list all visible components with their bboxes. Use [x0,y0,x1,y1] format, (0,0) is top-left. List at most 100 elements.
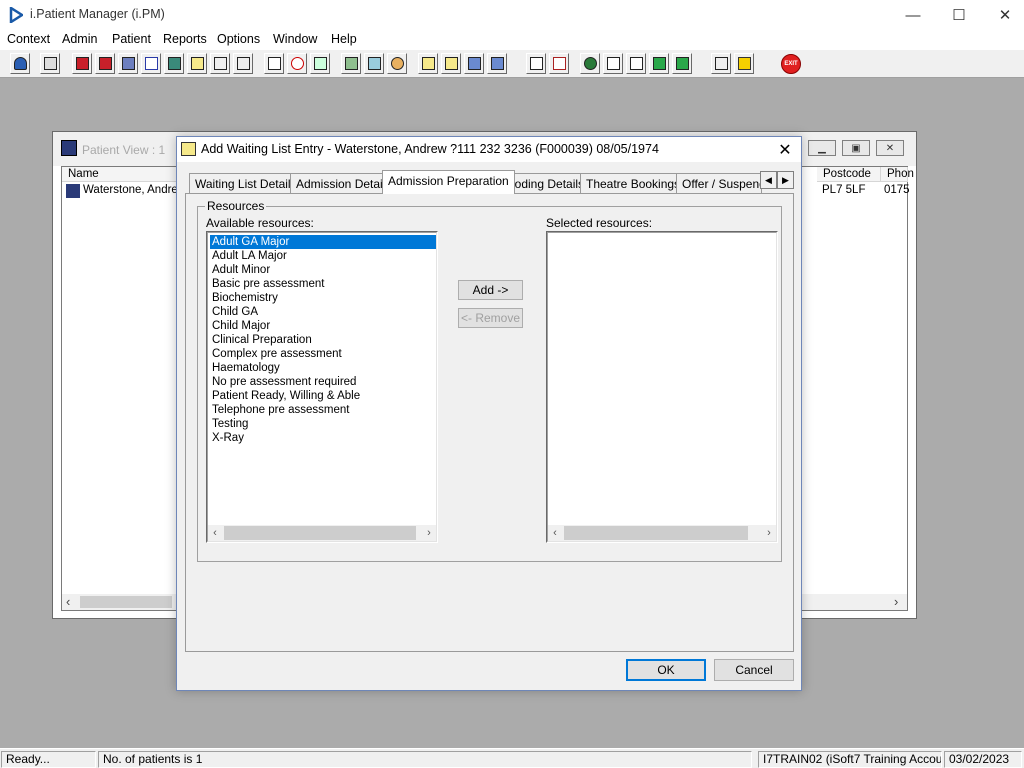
cancel-button[interactable]: Cancel [714,659,794,681]
warning-icon[interactable] [734,53,754,74]
gauge-icon[interactable] [387,53,407,74]
tab-theatre-bookings[interactable]: Theatre Bookings [580,173,687,193]
document-icon[interactable] [118,53,138,74]
notes-icon[interactable] [187,53,207,74]
column-header-postcode[interactable]: Postcode [817,167,881,182]
resource-list-item[interactable]: Testing [210,417,436,431]
tab-admission-preparation[interactable]: Admission Preparation [382,170,515,194]
patient-postcode-cell: PL7 5LF [822,184,866,196]
green-arrow-icon[interactable] [672,53,692,74]
app-logo-icon [9,7,23,23]
available-resources-listbox[interactable]: Adult GA Major Adult LA Major Adult Minor B… [206,231,438,543]
resource-list-item[interactable]: No pre assessment required [210,375,436,389]
tab-waiting-list-details[interactable]: Waiting List Details [189,173,303,193]
tab-offer-suspend[interactable]: Offer / Suspend [676,173,762,193]
column-header-name[interactable]: Name [62,167,182,182]
menu-bar: Context Admin Patient Reports Options Wi… [0,30,1024,50]
clock-icon[interactable] [287,53,307,74]
menu-admin[interactable]: Admin [62,32,97,46]
globe-icon[interactable] [580,53,600,74]
resource-list-item[interactable]: Haematology [210,361,436,375]
selected-resources-label: Selected resources: [546,216,653,230]
scroll-left-icon[interactable]: ‹ [66,594,70,609]
ambulance-icon[interactable] [210,53,230,74]
list-icon[interactable] [310,53,330,74]
dialog-close-button[interactable]: ✕ [773,140,797,160]
status-message: Ready... [1,751,96,768]
book-icon[interactable] [72,53,92,74]
scroll-thumb[interactable] [224,526,416,540]
green-check-icon[interactable] [649,53,669,74]
edit-memo-icon[interactable] [441,53,461,74]
scroll-right-icon[interactable]: › [894,594,898,609]
clipboard-icon[interactable] [341,53,361,74]
dialog-title: Add Waiting List Entry - Waterstone, And… [201,142,659,156]
tab-scroll-left-button[interactable]: ◀ [760,171,777,189]
admission-preparation-page: Resources Available resources: Selected … [185,193,794,652]
selected-hscrollbar[interactable]: ‹ › [548,525,776,541]
person-icon[interactable] [164,53,184,74]
toolbar: EXIT [0,50,1024,78]
menu-window[interactable]: Window [273,32,317,46]
search-doc-icon[interactable] [264,53,284,74]
patient-view-close-button[interactable]: ✕ [876,140,904,156]
edit-book-icon[interactable] [95,53,115,74]
resource-list-item[interactable]: Adult LA Major [210,249,436,263]
resource-list-item[interactable]: Complex pre assessment [210,347,436,361]
selected-resources-listbox[interactable]: ‹ › [546,231,778,543]
add-button[interactable]: Add -> [458,280,523,300]
resource-list-item[interactable]: Adult GA Major [210,235,436,249]
patient-row-icon [66,184,80,198]
patient-icon[interactable] [10,53,30,74]
resource-list-item[interactable]: Adult Minor [210,263,436,277]
page-icon[interactable] [526,53,546,74]
patient-view-title: Patient View : 1 [82,143,166,157]
checklist-icon[interactable] [626,53,646,74]
patient-view-icon [61,140,77,156]
tab-scroll-right-button[interactable]: ▶ [777,171,794,189]
bed-icon[interactable] [464,53,484,74]
available-hscrollbar[interactable]: ‹ › [208,525,436,541]
resource-list-item[interactable]: Patient Ready, Willing & Able [210,389,436,403]
minimize-button[interactable]: — [890,0,936,30]
m-icon[interactable] [141,53,161,74]
resource-list-item[interactable]: Basic pre assessment [210,277,436,291]
printer-icon[interactable] [40,53,60,74]
check-icon[interactable] [603,53,623,74]
swap-icon[interactable] [711,53,731,74]
maximize-button[interactable]: ☐ [936,0,982,30]
ok-button[interactable]: OK [626,659,706,681]
scroll-left-icon[interactable]: ‹ [208,526,222,540]
column-header-phone[interactable]: Phon [881,167,914,182]
bed-person-icon[interactable] [487,53,507,74]
menu-context[interactable]: Context [7,32,50,46]
patient-view-minimize-button[interactable]: ▁ [808,140,836,156]
menu-options[interactable]: Options [217,32,260,46]
scroll-thumb[interactable] [80,596,172,608]
remove-button[interactable]: <- Remove [458,308,523,328]
close-button[interactable]: ✕ [982,0,1024,30]
available-resources-label: Available resources: [206,216,314,230]
chart-icon[interactable] [549,53,569,74]
status-account: I7TRAIN02 (iSoft7 Training Account) [758,751,942,768]
scroll-left-icon[interactable]: ‹ [548,526,562,540]
menu-patient[interactable]: Patient [112,32,151,46]
memo-icon[interactable] [418,53,438,74]
menu-help[interactable]: Help [331,32,357,46]
scroll-thumb[interactable] [564,526,748,540]
patient-name-cell[interactable]: Waterstone, Andrew [83,183,186,198]
resource-list-item[interactable]: X-Ray [210,431,436,445]
resource-list-item[interactable]: Child Major [210,319,436,333]
resource-list-item[interactable]: Telephone pre assessment [210,403,436,417]
exit-icon[interactable]: EXIT [781,54,801,74]
memo-icon [181,142,196,156]
resource-list-item[interactable]: Child GA [210,305,436,319]
menu-reports[interactable]: Reports [163,32,207,46]
transfer-icon[interactable] [233,53,253,74]
resource-list-item[interactable]: Clinical Preparation [210,333,436,347]
scroll-right-icon[interactable]: › [422,526,436,540]
patient-view-restore-button[interactable]: ▣ [842,140,870,156]
form-icon[interactable] [364,53,384,74]
scroll-right-icon[interactable]: › [762,526,776,540]
resource-list-item[interactable]: Biochemistry [210,291,436,305]
